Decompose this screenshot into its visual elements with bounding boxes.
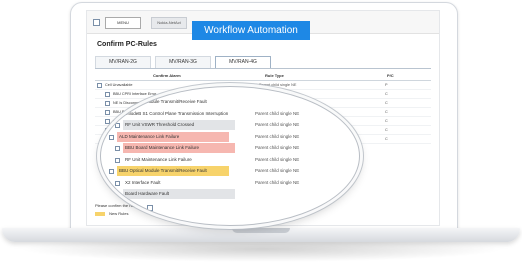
magnified-row[interactable]: RF Unit VSWR Threshold Crossed Parent chi… [107, 120, 357, 130]
footer-checkbox[interactable] [146, 205, 153, 211]
row-pc: C [385, 110, 388, 114]
row-checkbox[interactable] [115, 192, 120, 197]
select-all-checkbox[interactable] [93, 19, 100, 26]
row-checkbox[interactable] [115, 123, 120, 128]
magnifier-lens: BBU Optical Module Transmit/Receive Faul… [100, 86, 360, 226]
table-header: Confirm Alarm Rule Type P/C [95, 72, 431, 81]
row-rule-type: Parent child single NE [255, 110, 300, 116]
row-checkbox[interactable] [115, 157, 120, 163]
new-label: New Rules [109, 211, 129, 216]
row-rule-type: Parent child single NE [255, 156, 300, 162]
row-alarm: ALD Maintenance Link Failure [117, 131, 229, 142]
header-pc: P/C [387, 73, 394, 78]
magnified-row[interactable]: X2 Interface Fault Parent child single NE [107, 178, 357, 188]
tab-bar: MV/RAN-2G MV/RAN-3G MV/RAN-4G [95, 56, 431, 69]
workflow-banner: Workflow Automation [192, 21, 310, 40]
row-checkbox[interactable] [97, 83, 102, 88]
row-alarm: Cell Unavailable [105, 83, 133, 87]
new-swatch [95, 211, 105, 216]
footer-text: from the rules [109, 205, 143, 212]
row-rule-type: Parent child single NE [255, 145, 300, 150]
row-alarm: RF Unit Maintenance Link Failure [125, 156, 192, 162]
row-alarm: BBU Optical Module Transmit/Receive Faul… [119, 99, 207, 104]
row-rule-type: Parent child single NE [255, 179, 300, 185]
page-title: Confirm PC-Rules [97, 41, 157, 48]
row-pc: C [385, 101, 388, 105]
row-checkbox[interactable] [109, 169, 114, 174]
magnified-footer: from the rules [109, 205, 153, 211]
header-rule-type: Rule Type [265, 73, 284, 78]
row-pc: C [385, 128, 388, 132]
row-pc: P [385, 83, 388, 87]
row-alarm: Board Hardware Fault [123, 189, 235, 199]
row-checkbox[interactable] [115, 111, 120, 117]
row-pc: C [385, 137, 388, 141]
magnified-row[interactable]: BBU Optical Module Transmit/Receive Faul… [107, 166, 357, 176]
tab-4g[interactable]: MV/RAN-4G [215, 56, 271, 68]
magnified-row[interactable]: RF Unit Maintenance Link Failure Parent c… [107, 155, 357, 165]
row-alarm: BBU Optical Module Transmit/Receive Faul… [117, 166, 229, 176]
magnified-row[interactable]: ALD Maintenance Link Failure Parent child… [107, 131, 357, 142]
row-rule-type: Parent child single NE [255, 122, 300, 127]
domain-tag[interactable]: Nokia-NetAct [151, 17, 187, 29]
magnified-row[interactable]: eNodeB S1 Control Plane Transmission Int… [107, 109, 357, 119]
magnified-row[interactable]: BBU Optical Module Transmit/Receive Faul… [107, 97, 357, 107]
tab-3g[interactable]: MV/RAN-3G [155, 56, 211, 68]
row-pc: C [385, 92, 388, 96]
menu-button[interactable]: MENU [105, 17, 141, 29]
row-checkbox[interactable] [109, 134, 114, 140]
row-checkbox[interactable] [115, 146, 120, 151]
row-checkbox[interactable] [109, 100, 114, 105]
row-rule-type: Parent child single NE [255, 168, 300, 173]
magnified-row[interactable]: BBU Board Maintenance Link Failure Parent… [107, 143, 357, 153]
laptop-notch [232, 228, 290, 233]
row-rule-type: Parent child single NE [255, 133, 300, 139]
row-pc: C [385, 119, 388, 123]
header-alarm: Confirm Alarm [153, 73, 181, 78]
magnified-row[interactable]: Board Hardware Fault [107, 189, 357, 199]
row-alarm: eNodeB S1 Control Plane Transmission Int… [125, 110, 229, 116]
row-alarm: X2 Interface Fault [125, 179, 161, 185]
row-checkbox[interactable] [115, 180, 120, 186]
row-alarm: RF Unit VSWR Threshold Crossed [123, 120, 235, 130]
row-alarm: BBU Board Maintenance Link Failure [123, 143, 235, 153]
tab-2g[interactable]: MV/RAN-2G [95, 56, 151, 68]
